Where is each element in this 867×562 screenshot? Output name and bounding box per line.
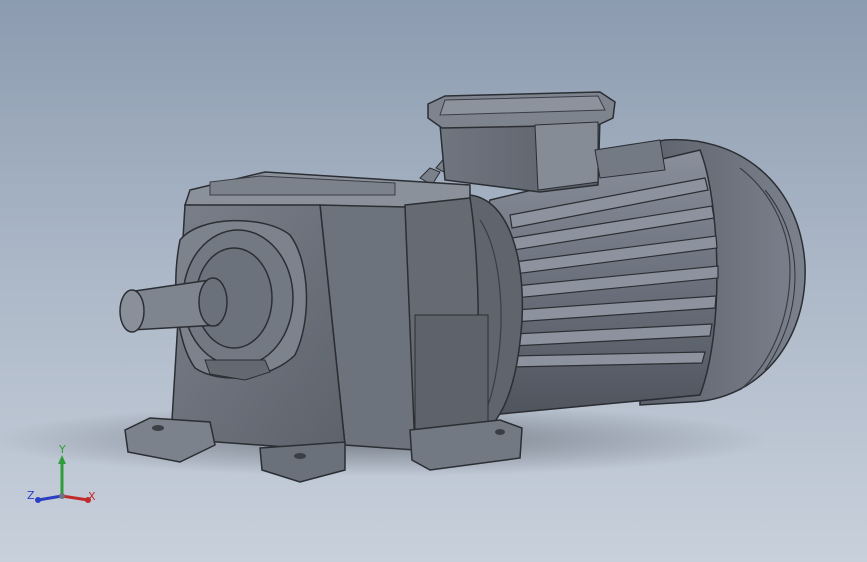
coordinate-triad: Y Z X xyxy=(22,440,102,510)
gear-motor-model[interactable] xyxy=(0,0,867,562)
y-axis-label: Y xyxy=(59,443,66,456)
output-shaft[interactable] xyxy=(119,277,228,333)
x-axis-line xyxy=(61,494,89,502)
z-axis-line xyxy=(37,494,63,502)
z-axis-cap xyxy=(35,497,41,503)
triad-origin xyxy=(59,493,65,499)
z-axis-label: Z xyxy=(27,489,35,502)
graphics-viewport[interactable]: Y Z X xyxy=(0,0,867,562)
y-arrowhead xyxy=(58,455,66,464)
x-axis-label: X xyxy=(88,490,96,503)
